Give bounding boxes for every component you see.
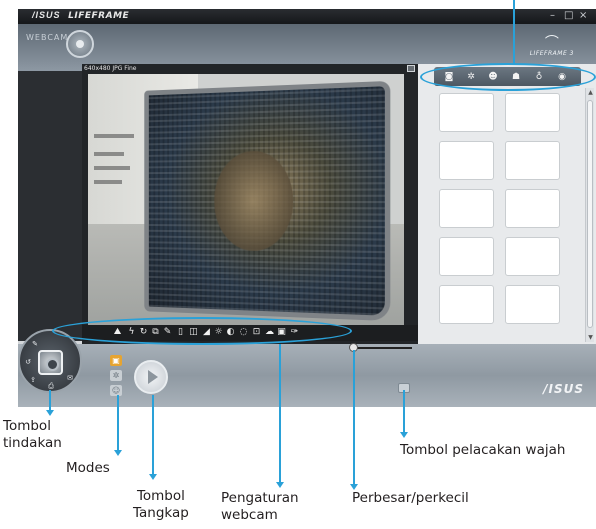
capture-button-annotation: Tombol Tangkap xyxy=(133,488,189,522)
face-mode-icon[interactable]: ☺ xyxy=(110,385,122,396)
gear-mode-icon[interactable]: ✲ xyxy=(110,370,122,381)
print-icon[interactable]: ⎙ xyxy=(46,381,56,391)
zoom-slider[interactable] xyxy=(354,347,412,349)
leader-line xyxy=(49,390,51,412)
thumbnail-slot[interactable] xyxy=(439,285,494,324)
action-button-annotation: Tombol tindakan xyxy=(3,418,62,452)
tab-webcam[interactable]: WEBCAM xyxy=(26,33,68,42)
wall-text-line xyxy=(94,166,130,170)
wall-text-line xyxy=(94,152,124,156)
thumbnail-slot[interactable] xyxy=(439,237,494,276)
close-button[interactable]: × xyxy=(579,10,587,21)
annotation-line: Tombol xyxy=(136,488,185,504)
annotation-line: Tombol xyxy=(3,418,51,434)
leader-line xyxy=(353,350,355,484)
logo-text: LIFEFRAME xyxy=(529,50,568,57)
leader-line xyxy=(403,390,405,433)
wall-text-line xyxy=(94,180,122,184)
leader-line xyxy=(152,395,154,474)
scroll-thumb[interactable] xyxy=(587,100,593,328)
face-tracking-annotation: Tombol pelacakan wajah xyxy=(400,442,566,458)
webcam-preview: 640x480 JPG Fine xyxy=(82,64,418,344)
asus-logo: /ISUS xyxy=(543,382,584,396)
zoom-annotation: Perbesar/perkecil xyxy=(352,490,469,506)
annotation-line: webcam xyxy=(221,507,278,523)
arrow-icon xyxy=(400,432,408,438)
mail-icon[interactable]: ✉ xyxy=(65,373,75,383)
leader-line xyxy=(513,0,515,64)
gallery-scrollbar[interactable]: ▲ ▼ xyxy=(585,88,594,342)
camera-icon[interactable] xyxy=(38,350,63,375)
control-bar: ▣ ✲ ☺ /ISUS xyxy=(18,343,596,407)
asus-brand: /ISUS xyxy=(32,10,61,20)
logo-badge: 3 xyxy=(569,50,574,57)
capture-button[interactable] xyxy=(134,360,168,394)
annotation-line: Tangkap xyxy=(133,505,189,521)
window-brand: /ISUS LIFEFRAME xyxy=(32,10,129,21)
thumbnail-slot[interactable] xyxy=(439,93,494,132)
scroll-up-icon[interactable]: ▲ xyxy=(586,88,595,97)
thumbnail-slot[interactable] xyxy=(505,189,560,228)
right-toolbar-callout xyxy=(420,63,596,91)
arrow-icon xyxy=(46,410,54,416)
wall-text-line xyxy=(94,134,134,138)
left-column xyxy=(18,71,82,341)
photo-mode-icon[interactable]: ▣ xyxy=(110,355,122,366)
thumbnail-slot[interactable] xyxy=(439,189,494,228)
action-dial[interactable]: ✎ ↺ ⇪ ⎙ ✉ xyxy=(18,329,82,393)
preview-image xyxy=(88,74,404,327)
arrow-icon xyxy=(276,482,284,488)
resolution-label: 640x480 JPG Fine xyxy=(84,65,137,72)
webcam-settings-callout xyxy=(52,317,352,345)
restore-button[interactable]: □ xyxy=(564,10,573,21)
scroll-down-icon[interactable]: ▼ xyxy=(586,333,595,342)
webcam-settings-annotation: Pengaturan webcam xyxy=(221,490,299,524)
swoosh-icon: ⌒ xyxy=(544,35,559,51)
app-title: LIFEFRAME xyxy=(68,11,130,21)
thumbnail-slot[interactable] xyxy=(439,141,494,180)
pen-icon[interactable]: ✎ xyxy=(30,339,40,349)
rotate-icon[interactable]: ↺ xyxy=(23,357,33,367)
modes-annotation: Modes xyxy=(66,460,110,476)
annotation-line: tindakan xyxy=(3,435,62,451)
webcam-mode-icon[interactable] xyxy=(66,30,94,58)
leader-line xyxy=(279,344,281,482)
title-bar: /ISUS LIFEFRAME – □ × xyxy=(18,9,596,24)
annotation-line: Pengaturan xyxy=(221,490,299,506)
fullscreen-button[interactable] xyxy=(407,65,415,72)
leader-line xyxy=(117,395,119,450)
thumbnail-slot[interactable] xyxy=(505,93,560,132)
share-icon[interactable]: ⇪ xyxy=(28,375,38,385)
thumbnail-slot[interactable] xyxy=(505,285,560,324)
thumbnail-slot[interactable] xyxy=(505,141,560,180)
arrow-icon xyxy=(114,450,122,456)
mosaic-sculpture xyxy=(144,80,391,322)
minimize-button[interactable]: – xyxy=(550,10,555,21)
gallery-panel: ◙ ✲ ☻ ☗ ♁ ◉ ▲ ▼ xyxy=(418,64,596,344)
thumbnail-slot[interactable] xyxy=(505,237,560,276)
lifeframe-logo: ⌒ LIFEFRAME 3 xyxy=(530,36,574,57)
arrow-icon xyxy=(149,474,157,480)
